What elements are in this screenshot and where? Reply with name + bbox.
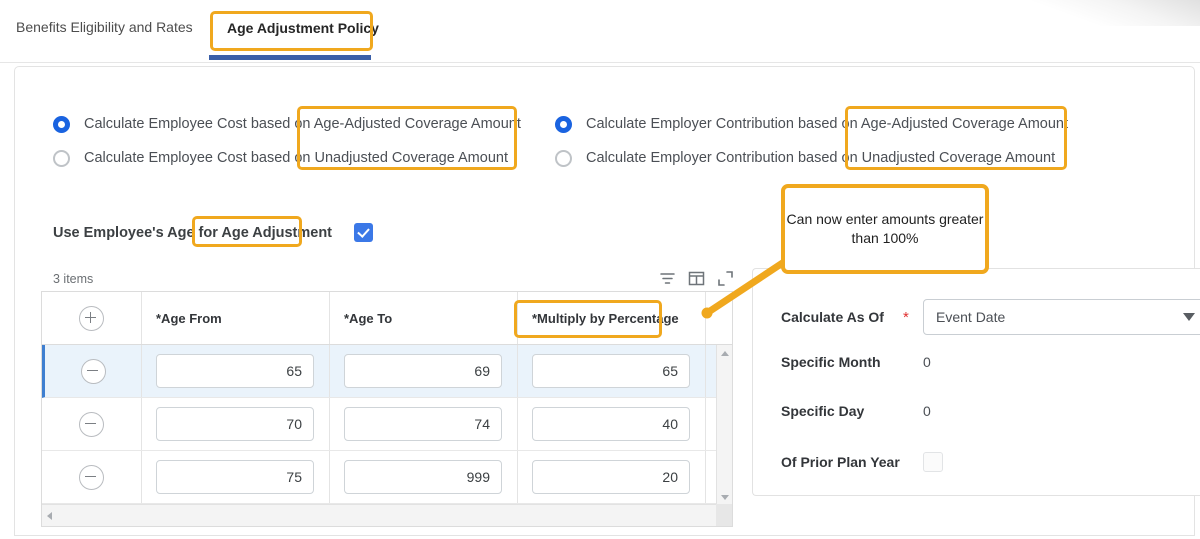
column-header-label: *Multiply by Percentage [532, 310, 679, 326]
age-to-input[interactable]: 999 [344, 460, 502, 494]
multiply-by-percentage-input[interactable]: 40 [532, 407, 690, 441]
grid-remove-row-cell [42, 398, 142, 450]
grid-vertical-scrollbar[interactable] [716, 345, 732, 505]
tab-benefits-eligibility-and-rates[interactable]: Benefits Eligibility and Rates [16, 19, 193, 35]
scroll-left-icon[interactable] [47, 511, 52, 520]
table-row[interactable]: 65 69 65 [42, 345, 732, 398]
age-from-input[interactable]: 70 [156, 407, 314, 441]
grid-body: 65 69 65 70 74 40 75 999 20 [42, 345, 732, 505]
age-from-input[interactable]: 65 [156, 354, 314, 388]
field-calculate-as-of: Calculate As Of * Event Date [781, 299, 1200, 335]
minus-circle-icon[interactable] [80, 358, 106, 384]
age-to-input[interactable]: 74 [344, 407, 502, 441]
age-to-input[interactable]: 69 [344, 354, 502, 388]
grid-column-header-age-to[interactable]: *Age To [330, 292, 518, 344]
grid-cell-multiply-by-percentage: 20 [518, 451, 706, 503]
of-prior-plan-year-label: Of Prior Plan Year [781, 454, 900, 470]
age-from-input[interactable]: 75 [156, 460, 314, 494]
grid-horizontal-scrollbar[interactable] [42, 504, 732, 526]
annotation-callout: Can now enter amounts greater than 100% [781, 184, 989, 274]
grid-cell-age-from: 70 [142, 398, 330, 450]
employer-contribution-radio-group: Calculate Employer Contribution based on… [555, 107, 1068, 175]
tab-bar: Benefits Eligibility and Rates Age Adjus… [0, 0, 1200, 63]
field-of-prior-plan-year: Of Prior Plan Year [781, 452, 943, 472]
field-specific-month: Specific Month 0 [781, 354, 931, 370]
radio-label: Calculate Employee Cost based on Unadjus… [84, 150, 508, 166]
radio-indicator-unselected[interactable] [53, 149, 70, 167]
radio-label: Calculate Employer Contribution based on… [586, 150, 1056, 166]
use-employee-age-row: Use Employee's Age for Age Adjustment [53, 223, 374, 242]
age-adjustment-grid: *Age From *Age To *Multiply by Percentag… [41, 291, 733, 527]
column-header-label: *Age From [156, 310, 222, 326]
grid-cell-multiply-by-percentage: 40 [518, 398, 706, 450]
grid-cell-age-to: 69 [330, 345, 518, 397]
grid-remove-row-cell [45, 345, 142, 397]
field-specific-day: Specific Day 0 [781, 403, 931, 419]
tab-age-adjustment-policy[interactable]: Age Adjustment Policy [213, 12, 393, 44]
multiply-by-percentage-input[interactable]: 20 [532, 460, 690, 494]
active-tab-underline [209, 55, 371, 60]
grid-cell-age-to: 74 [330, 398, 518, 450]
grid-column-header-multiply-by-percentage[interactable]: *Multiply by Percentage [518, 292, 706, 344]
calculate-as-of-label: Calculate As Of [781, 309, 884, 325]
use-employee-age-label: Use Employee's Age for Age Adjustment [53, 224, 333, 241]
grid-cell-age-to: 999 [330, 451, 518, 503]
minus-circle-icon[interactable] [79, 411, 104, 437]
grid-cell-multiply-by-percentage: 65 [518, 345, 706, 397]
column-header-label: *Age To [344, 310, 393, 326]
grid-toolbar [659, 270, 734, 287]
grid-item-count: 3 items [53, 272, 94, 286]
specific-day-label: Specific Day [781, 403, 865, 419]
minus-circle-icon[interactable] [79, 464, 104, 490]
scroll-up-icon[interactable] [717, 345, 732, 361]
scroll-down-icon[interactable] [717, 489, 732, 505]
radio-indicator-unselected[interactable] [555, 149, 572, 167]
radio-option-employer-contribution-age-adjusted[interactable]: Calculate Employer Contribution based on… [555, 107, 1068, 141]
grid-cell-age-from: 65 [142, 345, 330, 397]
expand-icon[interactable] [717, 270, 734, 287]
column-config-icon[interactable] [688, 270, 705, 287]
specific-day-value[interactable]: 0 [923, 403, 931, 419]
scrollbar-corner [716, 504, 732, 526]
grid-header-filler [706, 292, 732, 344]
filter-icon[interactable] [659, 270, 676, 287]
calculate-as-of-value: Event Date [936, 309, 1006, 325]
radio-option-employer-contribution-unadjusted[interactable]: Calculate Employer Contribution based on… [555, 141, 1068, 175]
table-row[interactable]: 75 999 20 [42, 451, 732, 504]
specific-month-value[interactable]: 0 [923, 354, 931, 370]
plus-circle-icon[interactable] [79, 305, 104, 331]
radio-option-employee-cost-age-adjusted[interactable]: Calculate Employee Cost based on Age-Adj… [53, 107, 521, 141]
radio-indicator-selected[interactable] [53, 115, 70, 133]
radio-indicator-selected[interactable] [555, 115, 572, 133]
annotation-callout-text: Can now enter amounts greater than 100% [786, 211, 984, 246]
calculate-as-of-select[interactable]: Event Date [923, 299, 1200, 335]
age-adjustment-policy-panel: Calculate Employee Cost based on Age-Adj… [14, 66, 1200, 536]
grid-header-row: *Age From *Age To *Multiply by Percentag… [42, 292, 732, 345]
employee-cost-radio-group: Calculate Employee Cost based on Age-Adj… [53, 107, 521, 175]
grid-remove-row-cell [42, 451, 142, 503]
radio-label: Calculate Employer Contribution based on… [586, 116, 1069, 132]
calculate-as-of-panel: Calculate As Of * Event Date Specific Mo… [752, 268, 1200, 496]
radio-label: Calculate Employee Cost based on Age-Adj… [84, 116, 521, 132]
grid-add-row-cell [42, 292, 142, 344]
grid-cell-age-from: 75 [142, 451, 330, 503]
use-employee-age-checkbox[interactable] [354, 223, 374, 242]
multiply-by-percentage-input[interactable]: 65 [532, 354, 690, 388]
of-prior-plan-year-checkbox[interactable] [923, 452, 943, 472]
required-marker: * [903, 308, 909, 326]
chevron-down-icon[interactable] [1183, 313, 1195, 321]
radio-option-employee-cost-unadjusted[interactable]: Calculate Employee Cost based on Unadjus… [53, 141, 521, 175]
grid-column-header-age-from[interactable]: *Age From [142, 292, 330, 344]
table-row[interactable]: 70 74 40 [42, 398, 732, 451]
specific-month-label: Specific Month [781, 354, 881, 370]
